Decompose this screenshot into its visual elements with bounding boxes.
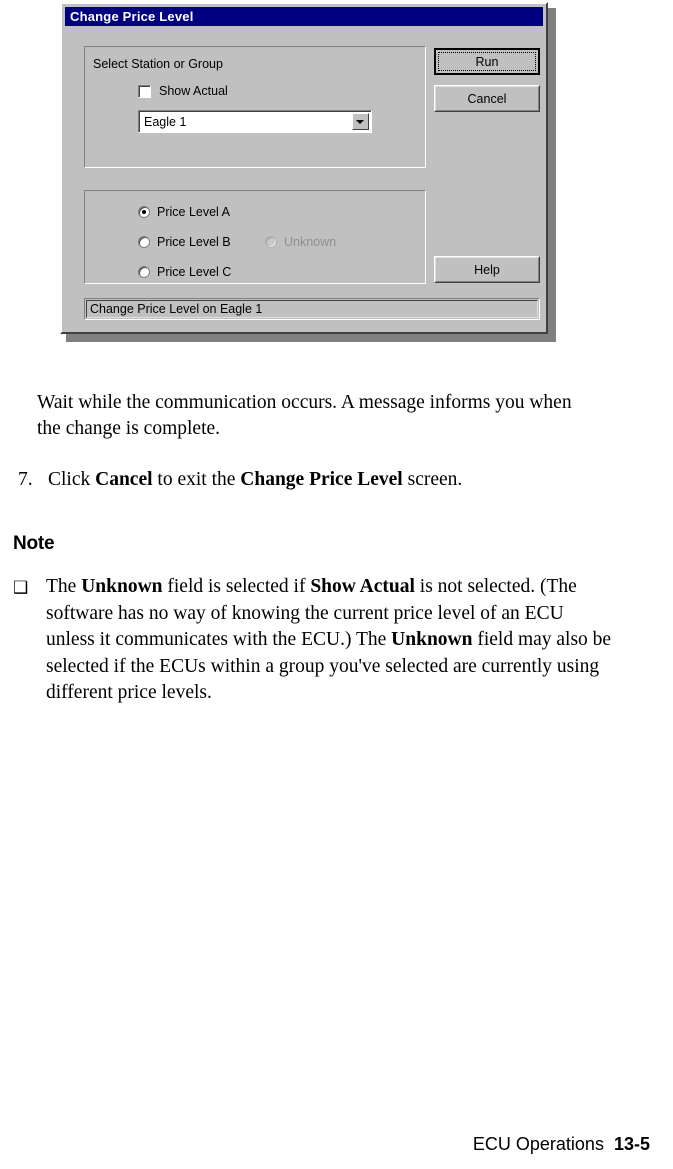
radio-price-level-c[interactable]: Price Level C bbox=[138, 265, 231, 279]
step-bold-cancel: Cancel bbox=[95, 468, 153, 490]
price-level-group-box: Price Level A Price Level B Price Level … bbox=[84, 190, 426, 284]
dialog-titlebar[interactable]: Change Price Level bbox=[65, 7, 543, 26]
group-box-inner-border bbox=[84, 190, 426, 284]
station-combobox-dropdown-button[interactable] bbox=[352, 113, 369, 130]
chevron-down-icon bbox=[356, 120, 364, 124]
show-actual-checkbox-row[interactable]: Show Actual bbox=[138, 84, 228, 98]
select-station-group-box: Select Station or Group Show Actual Eagl… bbox=[84, 46, 426, 168]
radio-price-level-b[interactable]: Price Level B bbox=[138, 235, 231, 249]
cancel-button[interactable]: Cancel bbox=[434, 85, 540, 112]
radio-label: Unknown bbox=[284, 235, 337, 249]
numbered-step-7: 7. Click Cancel to exit the Change Price… bbox=[18, 467, 618, 494]
radio-price-level-a[interactable]: Price Level A bbox=[138, 205, 230, 219]
help-button-label: Help bbox=[474, 262, 500, 277]
step-number: 7. bbox=[18, 468, 33, 490]
help-button[interactable]: Help bbox=[434, 256, 540, 283]
step-text-part-3: screen. bbox=[402, 468, 463, 490]
dialog-status-bar: Change Price Level on Eagle 1 bbox=[84, 298, 540, 320]
page-footer: ECU Operations 13-5 bbox=[0, 1134, 650, 1155]
step-bold-screen-name: Change Price Level bbox=[240, 468, 403, 490]
step-text-part-1: Click bbox=[48, 468, 96, 490]
radio-icon-selected[interactable] bbox=[138, 206, 150, 218]
note-text-part-2: field is selected if bbox=[162, 576, 311, 597]
footer-chapter-name: ECU Operations bbox=[472, 1134, 604, 1154]
note-bold-show-actual: Show Actual bbox=[310, 576, 415, 597]
radio-label: Price Level A bbox=[157, 205, 230, 219]
radio-icon[interactable] bbox=[138, 266, 150, 278]
dialog-title-text: Change Price Level bbox=[70, 9, 194, 24]
note-heading: Note bbox=[13, 533, 55, 554]
radio-icon[interactable] bbox=[138, 236, 150, 248]
show-actual-label: Show Actual bbox=[159, 84, 228, 98]
radio-unknown: Unknown bbox=[265, 235, 336, 249]
square-bullet-icon: ❑ bbox=[13, 578, 29, 597]
note-bold-unknown-1: Unknown bbox=[81, 576, 163, 597]
intro-paragraph: Wait while the communication occurs. A m… bbox=[37, 391, 572, 440]
radio-label: Price Level C bbox=[157, 265, 232, 279]
run-button-label: Run bbox=[475, 54, 499, 69]
status-bar-text: Change Price Level on Eagle 1 bbox=[90, 302, 263, 316]
radio-label: Price Level B bbox=[157, 235, 231, 249]
cancel-button-label: Cancel bbox=[467, 91, 507, 106]
note-text-part-1: The bbox=[46, 576, 82, 597]
radio-icon-disabled bbox=[265, 236, 277, 248]
run-button[interactable]: Run bbox=[434, 48, 540, 75]
station-combobox-value: Eagle 1 bbox=[144, 115, 187, 129]
station-combobox[interactable]: Eagle 1 bbox=[138, 110, 372, 133]
select-station-group-label: Select Station or Group bbox=[93, 57, 223, 71]
note-bullet-item: ❑ The Unknown field is selected if Show … bbox=[13, 574, 613, 707]
note-bold-unknown-2: Unknown bbox=[391, 629, 473, 650]
step-text: Click Cancel to exit the Change Price Le… bbox=[48, 467, 618, 494]
document-body: Wait while the communication occurs. A m… bbox=[0, 370, 673, 707]
step-text-part-2: to exit the bbox=[152, 468, 241, 490]
dialog-screenshot: Change Price Level Select Station or Gro… bbox=[60, 2, 556, 342]
change-price-level-dialog: Change Price Level Select Station or Gro… bbox=[60, 2, 548, 334]
footer-page-number: 13-5 bbox=[613, 1134, 650, 1154]
show-actual-checkbox[interactable] bbox=[138, 84, 151, 98]
note-text: The Unknown field is selected if Show Ac… bbox=[46, 574, 616, 707]
